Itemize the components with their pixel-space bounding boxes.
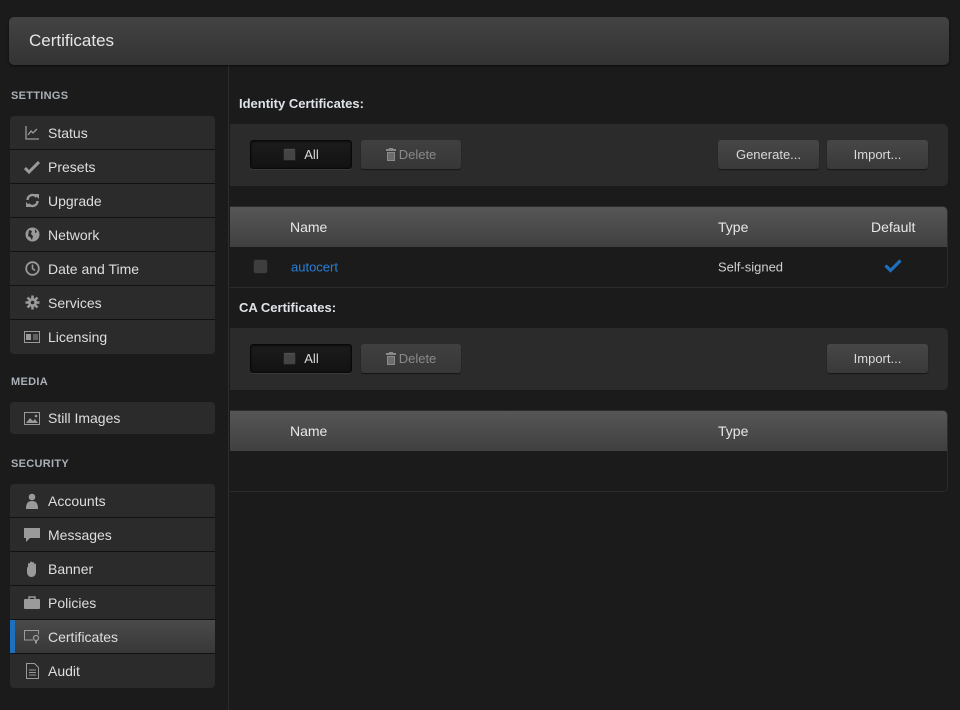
sidebar-item-label: Licensing [48, 329, 108, 345]
select-all-checkbox[interactable] [283, 352, 297, 365]
user-icon [24, 493, 40, 509]
sidebar-item-still-images[interactable]: Still Images [10, 402, 215, 434]
column-header-default[interactable]: Default [871, 219, 915, 235]
table-header: Name Type [230, 411, 947, 451]
sidebar-item-certificates[interactable]: Certificates [10, 620, 215, 654]
identity-toolbar: All Delete Generate... Import... [230, 124, 948, 186]
sidebar-item-messages[interactable]: Messages [10, 518, 215, 552]
briefcase-icon [24, 595, 40, 611]
column-header-name[interactable]: Name [290, 219, 327, 235]
image-icon [24, 410, 40, 426]
identity-certificates-title: Identity Certificates: [239, 96, 364, 111]
sidebar-item-label: Banner [48, 560, 94, 577]
sidebar-item-audit[interactable]: Audit [10, 654, 215, 688]
table-header: Name Type Default [230, 207, 947, 247]
delete-label: Delete [398, 147, 437, 162]
certificate-icon [24, 629, 40, 645]
column-header-type[interactable]: Type [718, 219, 748, 235]
sidebar-item-label: Policies [48, 594, 97, 611]
delete-ca-button[interactable]: Delete [361, 344, 461, 373]
sidebar-item-status[interactable]: Status [10, 116, 215, 150]
delete-identity-button[interactable]: Delete [361, 140, 461, 169]
sidebar-item-label: Accounts [48, 492, 106, 509]
section-label-media: MEDIA [11, 376, 48, 388]
main-content: Identity Certificates: All Delete Genera… [230, 66, 960, 710]
gear-icon [24, 295, 40, 311]
sidebar-item-licensing[interactable]: Licensing [10, 320, 215, 354]
certificate-name-link[interactable]: autocert [291, 260, 338, 275]
generate-button[interactable]: Generate... [718, 140, 819, 169]
trash-icon [385, 352, 396, 365]
document-icon [24, 663, 40, 679]
speech-bubble-icon [24, 527, 40, 543]
select-all-ca-button[interactable]: All [250, 344, 352, 373]
sidebar-item-presets[interactable]: Presets [10, 150, 215, 184]
menu-group-security: Accounts Messages Banner Policies Certif… [10, 484, 215, 688]
sidebar-item-date-and-time[interactable]: Date and Time [10, 252, 215, 286]
sidebar-item-label: Upgrade [48, 192, 102, 209]
all-label: All [304, 351, 319, 366]
certificate-type: Self-signed [718, 259, 784, 275]
menu-group-media: Still Images [10, 402, 215, 434]
ca-certificates-title: CA Certificates: [239, 300, 337, 315]
sidebar-item-banner[interactable]: Banner [10, 552, 215, 586]
select-all-identity-button[interactable]: All [250, 140, 352, 169]
page-header: Certificates [9, 17, 949, 65]
page-title: Certificates [29, 31, 115, 50]
identity-certificates-table: Name Type Default autocert Self-signed [230, 206, 948, 288]
sidebar-item-label: Services [48, 294, 102, 311]
checkmark-icon [24, 159, 40, 175]
menu-group-settings: Status Presets Upgrade Network Date and … [10, 116, 215, 354]
import-identity-button[interactable]: Import... [827, 140, 928, 169]
chart-line-icon [24, 125, 40, 141]
sidebar-item-label: Certificates [48, 628, 119, 645]
sidebar-item-label: Network [48, 226, 100, 243]
ca-toolbar: All Delete Import... [230, 328, 948, 390]
sidebar-item-accounts[interactable]: Accounts [10, 484, 215, 518]
sidebar-item-label: Date and Time [48, 260, 140, 277]
row-checkbox[interactable] [253, 259, 268, 274]
clock-icon [24, 261, 40, 277]
section-label-settings: SETTINGS [11, 90, 69, 102]
delete-label: Delete [398, 351, 437, 366]
column-header-type[interactable]: Type [718, 423, 748, 439]
trash-icon [385, 148, 396, 161]
sidebar-item-network[interactable]: Network [10, 218, 215, 252]
import-ca-button[interactable]: Import... [827, 344, 928, 373]
table-row: autocert Self-signed [230, 247, 947, 287]
sidebar-item-label: Presets [48, 158, 96, 175]
column-header-name[interactable]: Name [290, 423, 327, 439]
all-label: All [304, 147, 319, 162]
sidebar-item-label: Still Images [48, 410, 121, 426]
sidebar-item-services[interactable]: Services [10, 286, 215, 320]
select-all-checkbox[interactable] [283, 148, 297, 161]
hand-icon [24, 561, 40, 577]
license-card-icon [24, 329, 40, 345]
default-checkmark-icon [884, 259, 902, 276]
globe-icon [24, 227, 40, 243]
sidebar-item-upgrade[interactable]: Upgrade [10, 184, 215, 218]
sidebar-item-label: Status [48, 124, 88, 141]
sidebar-item-label: Audit [48, 663, 80, 679]
sidebar-item-label: Messages [48, 526, 112, 543]
ca-certificates-table: Name Type [230, 410, 948, 492]
sidebar: SETTINGS Status Presets Upgrade Network … [0, 66, 229, 710]
section-label-security: SECURITY [11, 458, 70, 470]
sidebar-item-policies[interactable]: Policies [10, 586, 215, 620]
refresh-icon [24, 193, 40, 209]
empty-table-body [230, 451, 947, 491]
